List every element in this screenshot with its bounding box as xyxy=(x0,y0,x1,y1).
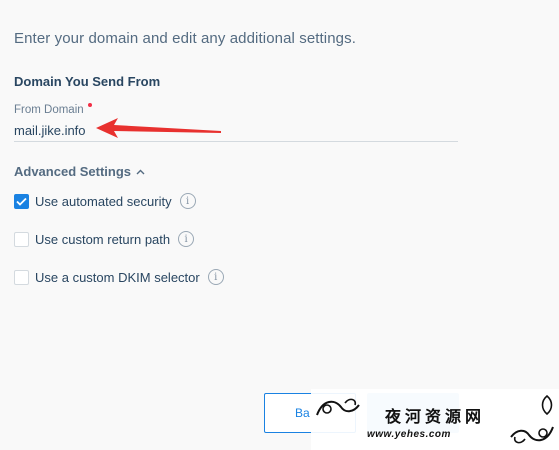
option-custom-dkim-selector[interactable]: Use a custom DKIM selector i xyxy=(14,269,224,285)
advanced-settings-toggle[interactable]: Advanced Settings xyxy=(14,164,145,179)
domain-section-title: Domain You Send From xyxy=(14,74,161,89)
custom-return-path-label: Use custom return path xyxy=(35,231,171,247)
watermark-title: 夜河资源网 xyxy=(385,407,486,426)
custom-return-path-checkbox[interactable] xyxy=(14,231,29,247)
from-domain-label: From Domain xyxy=(14,103,92,116)
info-icon[interactable]: i xyxy=(178,231,195,247)
watermark-url: www.yehes.com xyxy=(367,429,451,440)
info-icon[interactable]: i xyxy=(207,269,224,285)
chevron-up-icon xyxy=(136,169,145,174)
watermark-overlay: 夜河资源网 www.yehes.com xyxy=(311,389,559,450)
ornament-icon xyxy=(316,398,360,416)
intro-text: Enter your domain and edit any additiona… xyxy=(14,30,356,47)
annotation-arrow xyxy=(96,118,221,138)
automated-security-label: Use automated security xyxy=(35,193,172,209)
custom-dkim-label: Use a custom DKIM selector xyxy=(35,269,200,285)
ornament-icon xyxy=(541,395,553,415)
check-icon xyxy=(16,197,27,206)
from-domain-label-text: From Domain xyxy=(14,104,84,116)
info-icon[interactable]: i xyxy=(179,193,196,209)
custom-dkim-checkbox[interactable] xyxy=(14,269,29,285)
ornament-icon xyxy=(510,426,554,444)
option-automated-security[interactable]: Use automated security i xyxy=(14,193,196,209)
required-indicator xyxy=(87,103,92,107)
option-custom-return-path[interactable]: Use custom return path i xyxy=(14,231,195,247)
from-domain-input[interactable] xyxy=(14,120,458,142)
automated-security-checkbox[interactable] xyxy=(14,193,29,209)
advanced-settings-label: Advanced Settings xyxy=(14,164,132,179)
